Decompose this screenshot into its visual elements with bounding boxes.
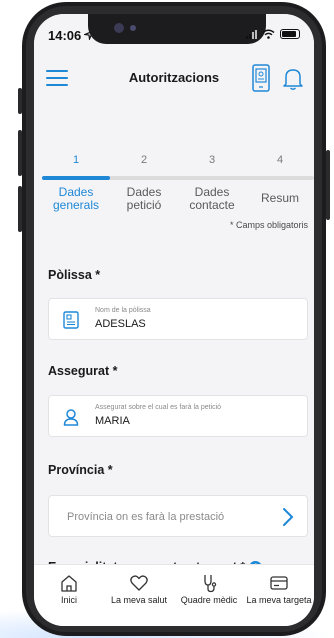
front-camera [114,23,124,33]
card-icon [270,576,288,590]
bell-icon[interactable] [282,67,304,91]
nav-item-health[interactable]: La meva salut [104,573,174,626]
app-header: Autoritzacions [34,54,314,104]
nav-label-health: La meva salut [110,595,168,605]
policy-field[interactable]: Nom de la pòlissa ADESLAS [48,298,308,340]
digital-card-button[interactable] [250,64,272,92]
battery-icon [280,29,300,39]
nav-label-medical-directory: Quadre mèdic [180,595,238,605]
stethoscope-icon [204,575,217,593]
step-4-label[interactable]: Resum [246,186,314,212]
user-icon [63,409,79,426]
wifi-icon [262,29,275,39]
nav-item-card[interactable]: La meva targeta [244,573,314,626]
province-field[interactable]: Província on es farà la prestació [48,495,308,537]
camera-notch [88,14,266,44]
page-title: Autoritzacions [128,70,220,85]
insured-field-caption: Assegurat sobre el cual es farà la petic… [95,404,222,411]
insured-field-value: MARIA [95,415,130,427]
app-screen: 14:06 Autoritzacions 1 2 3 4 Dades gener… [34,14,314,626]
nav-label-card: La meva targeta [246,595,312,605]
nav-label-home: Inici [60,595,77,605]
policy-field-value: ADESLAS [95,318,146,330]
step-number-4: 4 [276,154,284,166]
step-numbers: 1 2 3 4 [42,150,314,168]
step-number-2: 2 [140,154,148,166]
step-labels: Dades generals Dades petició Dades conta… [42,186,314,212]
status-time: 14:06 [48,28,82,43]
power-button [326,150,330,220]
step-number-3: 3 [208,154,216,166]
step-1-label-line2: generals [52,198,100,212]
insured-field[interactable]: Assegurat sobre el cual es farà la petic… [48,395,308,437]
province-label: Província * [48,463,113,477]
cellular-signal-icon [246,29,257,39]
bottom-navigation: Inici La meva salut Quadre mèdic La meva… [34,564,314,626]
progress-bar [42,176,314,180]
policy-field-caption: Nom de la pòlissa [95,307,151,314]
nav-item-home[interactable]: Inici [34,573,104,626]
sensor [130,25,136,31]
required-fields-note: * Camps obligatoris [229,220,308,230]
chevron-right-icon [283,508,293,526]
insured-label: Assegurat * [48,364,118,378]
step-2-label-line2: petició [126,198,162,212]
policy-label: Pòlissa * [48,268,101,282]
progress-bar-fill [42,176,110,180]
nav-item-medical-directory[interactable]: Quadre mèdic [174,573,244,626]
step-3-label[interactable]: Dades contacte [178,186,246,212]
stepper: 1 2 3 4 Dades generals Dades petició Dad… [42,150,314,212]
volume-down-button [18,186,22,232]
mute-switch [18,88,22,114]
status-icons [246,29,300,39]
heart-icon [130,575,148,591]
step-2-label[interactable]: Dades petició [110,186,178,212]
status-bar: 14:06 [34,14,314,54]
step-number-1: 1 [72,154,80,166]
step-4-label-line1: Resum [260,191,299,205]
home-icon [61,575,77,592]
volume-up-button [18,130,22,176]
province-field-placeholder: Província on es farà la prestació [67,511,225,523]
step-1-label[interactable]: Dades generals [42,186,110,212]
id-card-icon [63,311,79,329]
step-3-label-line2: contacte [189,198,235,212]
